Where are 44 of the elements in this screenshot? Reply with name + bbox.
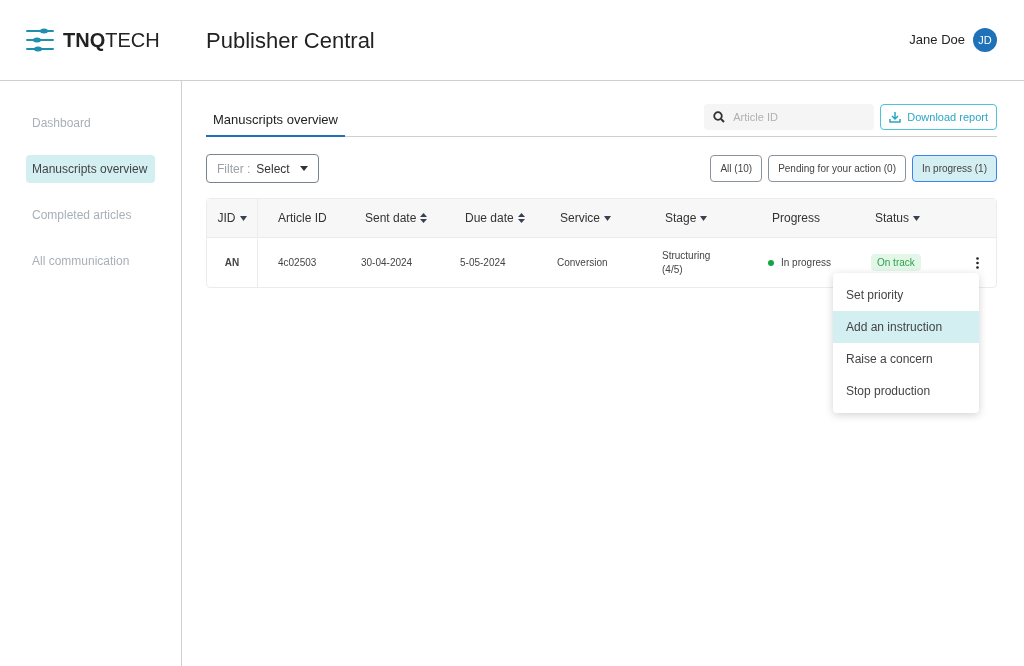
filter-chip[interactable]: All (10)	[710, 155, 763, 182]
column-header[interactable]: Due date	[465, 209, 514, 227]
search-field[interactable]: Article ID	[704, 104, 875, 130]
table-cell: 5-05-2024	[460, 257, 506, 268]
table-cell-text: Structuring	[662, 248, 712, 263]
sort-icon	[420, 213, 428, 223]
caret-down-icon	[239, 215, 247, 221]
column-header[interactable]: Article ID	[278, 209, 327, 227]
sidebar-item[interactable]: Manuscripts overview	[26, 155, 155, 183]
filter-chip[interactable]: Pending for your action (0)	[768, 155, 906, 182]
table-cell: 30-04-2024	[361, 257, 413, 268]
column-header[interactable]: Status	[875, 209, 910, 227]
table-cell: 4c02503	[278, 257, 317, 268]
caret-down-icon	[913, 215, 921, 221]
search-icon	[713, 111, 726, 123]
table-cell-text: AN	[224, 256, 240, 270]
user-name: Jane Doe	[909, 31, 965, 50]
tab[interactable]: Manuscripts overview	[206, 109, 345, 137]
download-icon	[889, 111, 902, 123]
column-header[interactable]: Service	[560, 209, 600, 227]
menu-item[interactable]: Raise a concern	[833, 343, 979, 375]
sort-icon	[517, 213, 525, 223]
caret-down-icon	[700, 215, 708, 221]
column-header[interactable]: Progress	[772, 209, 821, 227]
more-options-button[interactable]	[974, 256, 981, 269]
filter-chip[interactable]: In progress (1)	[911, 155, 997, 182]
app-title: Publisher Central	[206, 26, 375, 55]
menu-item[interactable]: Set priority	[833, 279, 979, 311]
status-badge: On track	[871, 254, 921, 271]
logo-icon	[25, 27, 55, 53]
table-cell: Conversion	[557, 257, 608, 268]
caret-down-icon	[299, 166, 308, 171]
column-header[interactable]: Stage	[665, 209, 697, 227]
brand-logo-text: TNQTECH	[63, 28, 160, 53]
filter-dropdown[interactable]: Filter : Select	[206, 154, 319, 183]
table-cell-text: In progress	[781, 256, 832, 270]
column-header[interactable]: Sent date	[365, 209, 417, 227]
user-avatar[interactable]: JD	[973, 28, 997, 52]
menu-item[interactable]: Add an instruction	[833, 311, 979, 343]
caret-down-icon	[604, 215, 611, 221]
menu-item[interactable]: Stop production	[833, 375, 979, 407]
column-header[interactable]: JID	[217, 209, 236, 227]
kebab-menu-icon	[976, 256, 979, 269]
table-cell-text: (4/5)	[662, 262, 684, 277]
